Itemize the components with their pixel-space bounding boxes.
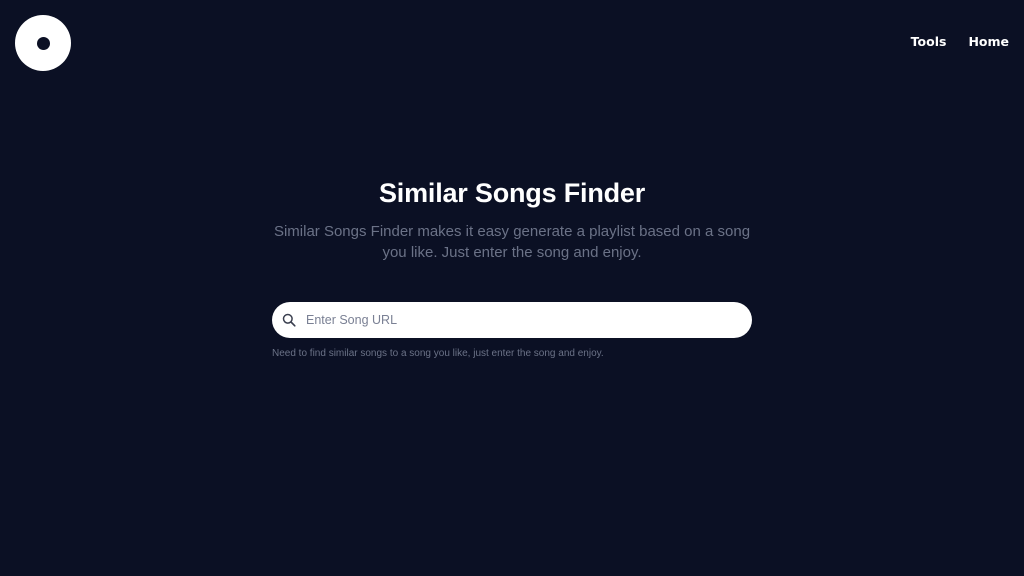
disc-logo-icon <box>36 36 50 50</box>
logo[interactable] <box>15 15 71 71</box>
search-hint: Need to find similar songs to a song you… <box>272 348 604 359</box>
search-bar[interactable] <box>272 302 752 338</box>
hero: Similar Songs Finder Similar Songs Finde… <box>0 178 1024 263</box>
nav-link-tools[interactable]: Tools <box>911 34 947 49</box>
search-icon <box>280 311 298 329</box>
page-description: Similar Songs Finder makes it easy gener… <box>273 223 751 261</box>
song-url-input[interactable] <box>300 302 752 338</box>
page-title: Similar Songs Finder <box>378 178 646 208</box>
nav-link-home[interactable]: Home <box>968 34 1009 49</box>
top-nav: Tools Home <box>911 34 1009 49</box>
